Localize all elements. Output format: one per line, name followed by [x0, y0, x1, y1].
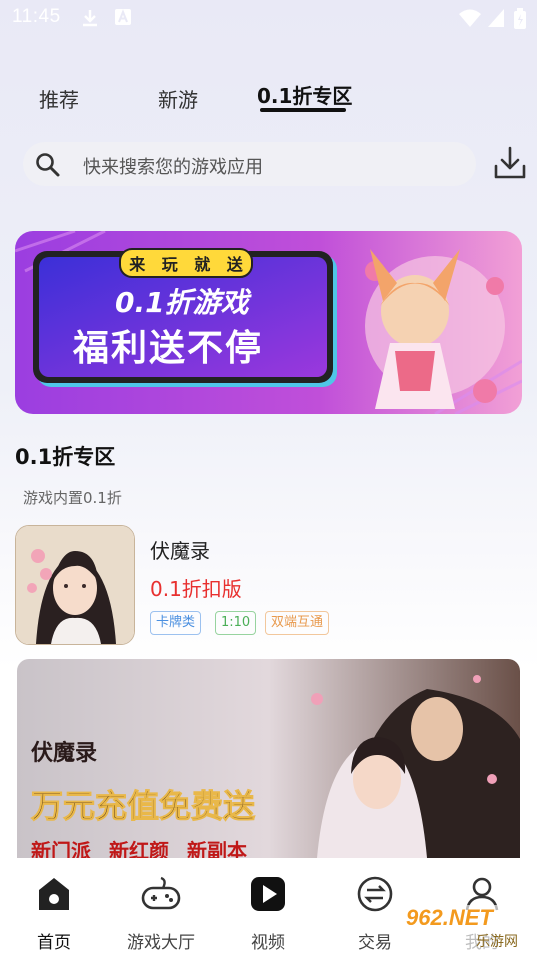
gamepad-icon: [141, 876, 181, 910]
active-tab-indicator: [260, 108, 346, 112]
search-bar[interactable]: 快来搜索您的游戏应用: [23, 142, 476, 186]
banner-line2: 福利送不停: [73, 328, 264, 369]
banner-line1: 0.1折游戏: [115, 286, 249, 319]
tab-discount-zone[interactable]: 0.1折专区: [257, 80, 352, 109]
nav-video[interactable]: 视频: [218, 858, 318, 956]
home-icon: [39, 878, 69, 910]
promo-badge: 新门派: [31, 839, 91, 858]
promo-logo: 伏魔录: [31, 741, 98, 766]
play-icon: [251, 877, 285, 911]
banner-tag-char: 玩: [161, 255, 178, 274]
game-name: 伏魔录: [150, 539, 210, 563]
status-bar: 11:45: [0, 0, 537, 36]
search-input[interactable]: 快来搜索您的游戏应用: [83, 153, 263, 179]
nav-game-hall[interactable]: 游戏大厅: [111, 858, 211, 956]
top-tabs: 推荐 新游 0.1折专区: [0, 78, 537, 123]
download-status-icon: [83, 10, 97, 27]
status-time: 11:45: [12, 6, 61, 27]
banner-tag-char: 送: [226, 255, 243, 274]
game-promo-image[interactable]: 伏魔录 万元充值免费送 新门派 新红颜 新副本: [17, 659, 520, 858]
promo-banner[interactable]: 来 玩 就 送 0.1折游戏 福利送不停: [15, 231, 522, 414]
banner-tag-char: 就: [194, 255, 211, 274]
signal-icon: [488, 9, 504, 27]
game-tag: 双端互通: [265, 611, 330, 635]
promo-headline: 万元充值免费送: [30, 787, 256, 826]
game-tag: 卡牌类: [150, 611, 202, 635]
tab-recommend[interactable]: 推荐: [39, 84, 79, 113]
nav-label: 视频: [251, 933, 285, 953]
promo-badges: 新门派 新红颜 新副本: [31, 835, 247, 858]
nav-label: 首页: [37, 933, 71, 953]
watermark: 962.NET 乐游网: [400, 905, 535, 951]
promo-badge: 新红颜: [109, 839, 169, 858]
section-title: 0.1折专区: [15, 445, 116, 469]
app-status-icon: [115, 9, 131, 25]
watermark-brand: 962.NET: [406, 905, 493, 930]
wifi-icon: [459, 9, 481, 27]
game-list-item[interactable]: 伏魔录 0.1折扣版 卡牌类 1:10 双端互通: [15, 525, 522, 645]
exchange-icon: [357, 876, 393, 912]
promo-badge: 新副本: [187, 839, 247, 858]
game-icon: [15, 525, 135, 645]
battery-icon: [514, 8, 526, 29]
search-icon: [36, 153, 60, 177]
section-subtitle: 游戏内置0.1折: [23, 489, 122, 507]
download-icon[interactable]: [491, 144, 529, 182]
banner-tag-char: 来: [129, 255, 146, 274]
nav-home[interactable]: 首页: [4, 858, 104, 956]
nav-label: 游戏大厅: [127, 933, 195, 953]
watermark-sub: 乐游网: [476, 934, 518, 950]
tab-new-games[interactable]: 新游: [158, 84, 198, 113]
game-discount: 0.1折扣版: [150, 577, 242, 601]
game-tag: 1:10: [215, 611, 257, 635]
banner-tag: 来 玩 就 送: [119, 248, 253, 278]
